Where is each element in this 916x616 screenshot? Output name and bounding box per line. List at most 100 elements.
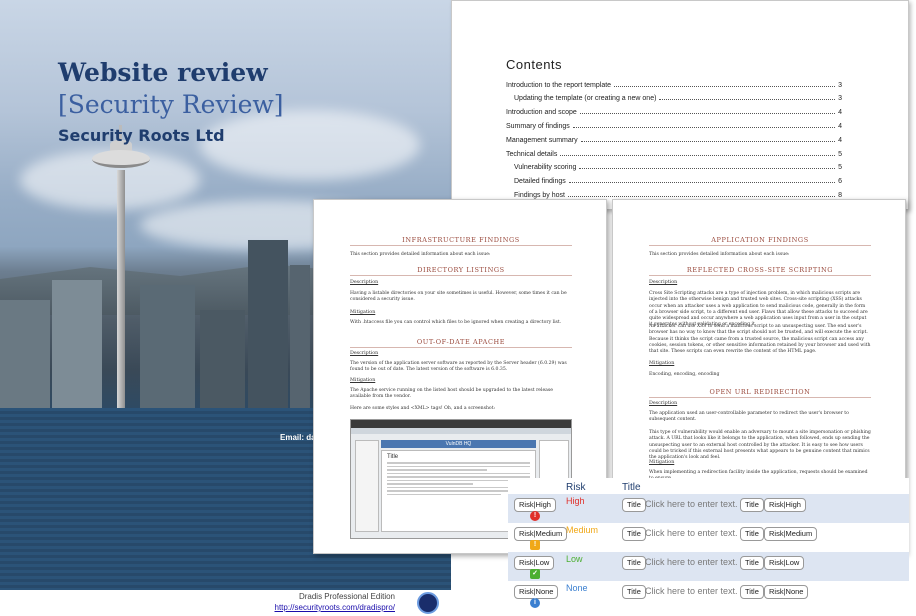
building (0, 300, 50, 410)
toc-page: 8 (838, 192, 842, 199)
description-label: Description (350, 351, 379, 356)
toc-page: 4 (838, 109, 842, 116)
title-tag[interactable]: Title (622, 556, 646, 570)
title-column-header: Title (622, 482, 641, 493)
risk-tag[interactable]: Risk|High (514, 498, 556, 512)
title-end-tag[interactable]: Title (740, 498, 764, 512)
title-tag[interactable]: Title (622, 498, 646, 512)
title-placeholder[interactable]: Click here to enter text. (645, 557, 738, 567)
toc-page: 6 (838, 178, 842, 185)
risk-level: Low (566, 554, 583, 564)
title-tag[interactable]: Title (622, 527, 646, 541)
warning-icon: ! (530, 540, 540, 550)
risk-row-none: Risk|None None i Title Click here to ent… (508, 581, 909, 610)
mitigation-label: Mitigation (350, 378, 376, 383)
toc-page: 5 (838, 151, 842, 158)
toc-dots (579, 168, 836, 169)
toc-dots (614, 86, 836, 87)
risk-end-tag[interactable]: Risk|Medium (764, 527, 818, 541)
space-needle-top (92, 150, 150, 168)
toc-dots (560, 155, 836, 156)
finding-description-2: This type of vulnerability would enable … (649, 430, 871, 461)
toc-label: Vulnerability scoring (514, 164, 577, 171)
risk-level: None (566, 583, 588, 593)
screenshot-nav (351, 428, 571, 434)
risk-level: High (566, 496, 585, 506)
section-intro: This section provides detailed informati… (649, 252, 790, 257)
title-placeholder[interactable]: Click here to enter text. (645, 586, 738, 596)
building (140, 285, 195, 410)
toc-entry[interactable]: Introduction to the report template 3 (506, 77, 842, 89)
toc-page: 4 (838, 123, 842, 130)
toc-page: 3 (838, 95, 842, 102)
risk-end-tag[interactable]: Risk|Low (764, 556, 805, 570)
mitigation-label: Mitigation (350, 310, 376, 315)
toc-entry[interactable]: Management summary 4 (506, 132, 842, 144)
title-tag[interactable]: Title (622, 585, 646, 599)
toc-entry[interactable]: Findings by host 8 (506, 187, 842, 199)
finding-description: The version of the application server so… (350, 361, 567, 373)
toc-entry[interactable]: Updating the template (or creating a new… (506, 90, 842, 102)
title-end-tag[interactable]: Title (740, 556, 764, 570)
risk-row-medium: Risk|Medium Medium ! Title Click here to… (508, 523, 909, 552)
toc-label: Summary of findings (506, 123, 570, 130)
cover-footer: Dradis Professional Edition http://secur… (0, 590, 451, 616)
building (290, 265, 310, 410)
edition-label: Dradis Professional Edition (298, 592, 395, 601)
cover-company: Security Roots Ltd (58, 126, 225, 145)
screenshot-sidebar (355, 440, 379, 532)
building (200, 310, 245, 410)
check-icon: ✓ (530, 569, 540, 579)
title-placeholder[interactable]: Click here to enter text. (645, 528, 738, 538)
section-intro: This section provides detailed informati… (350, 252, 491, 257)
risk-tag[interactable]: Risk|Low (514, 556, 555, 570)
title-end-tag[interactable]: Title (740, 527, 764, 541)
toc-dots (580, 141, 836, 142)
risk-row-high: Risk|High High ! Title Click here to ent… (508, 494, 909, 523)
toc-label: Detailed findings (514, 178, 566, 185)
title-placeholder[interactable]: Click here to enter text. (645, 499, 738, 509)
cover-subtitle: [Security Review] (58, 90, 284, 119)
toc-label: Introduction and scope (506, 109, 577, 116)
building (52, 280, 102, 410)
finding-title: OPEN URL REDIRECTION (649, 388, 871, 398)
cover-title: Website review (58, 58, 268, 87)
risk-template-table: Risk Title Risk|High High ! Title Click … (508, 478, 909, 608)
screenshot-window-bar (351, 420, 571, 428)
toc-entry[interactable]: Vulnerability scoring 5 (506, 159, 842, 171)
dradis-logo-icon (417, 592, 439, 614)
title-end-tag[interactable]: Title (740, 585, 764, 599)
finding-mitigation: The Apache service running on the listed… (350, 388, 553, 400)
finding-mitigation: With .htaccess file you can control whic… (350, 320, 562, 325)
toc-entry[interactable]: Detailed findings 6 (506, 173, 842, 185)
alert-icon: ! (530, 511, 540, 521)
mitigation-label: Mitigation (649, 460, 675, 465)
toc-entry[interactable]: Summary of findings 4 (506, 118, 842, 130)
finding-title: DIRECTORY LISTINGS (350, 266, 572, 276)
toc-dots (579, 113, 836, 114)
risk-row-low: Risk|Low Low ✓ Title Click here to enter… (508, 552, 909, 581)
toc-dots (572, 127, 836, 128)
risk-level: Medium (566, 525, 599, 535)
contents-page: Contents Introduction to the report temp… (451, 0, 909, 210)
section-heading: INFRASTRUCTURE FINDINGS (350, 236, 572, 246)
toc-dots (567, 196, 836, 197)
finding-title: OUT-OF-DATE APACHE (350, 338, 572, 348)
risk-tag[interactable]: Risk|Medium (514, 527, 568, 541)
description-label: Description (350, 280, 379, 285)
finding-title: REFLECTED CROSS-SITE SCRIPTING (649, 266, 871, 276)
risk-end-tag[interactable]: Risk|None (764, 585, 809, 599)
toc-entry[interactable]: Technical details 5 (506, 146, 842, 158)
section-heading: APPLICATION FINDINGS (649, 236, 871, 246)
risk-column-header: Risk (566, 482, 586, 493)
risk-end-tag[interactable]: Risk|High (764, 498, 806, 512)
toc-entry[interactable]: Introduction and scope 4 (506, 104, 842, 116)
description-label: Description (649, 280, 678, 285)
toc-page: 4 (838, 137, 842, 144)
info-icon: i (530, 598, 540, 608)
toc-label: Introduction to the report template (506, 82, 612, 89)
toc-dots (659, 99, 836, 100)
dradis-url-link[interactable]: http://securityroots.com/dradispro/ (275, 603, 396, 612)
toc-dots (568, 182, 836, 183)
risk-tag[interactable]: Risk|None (514, 585, 559, 599)
